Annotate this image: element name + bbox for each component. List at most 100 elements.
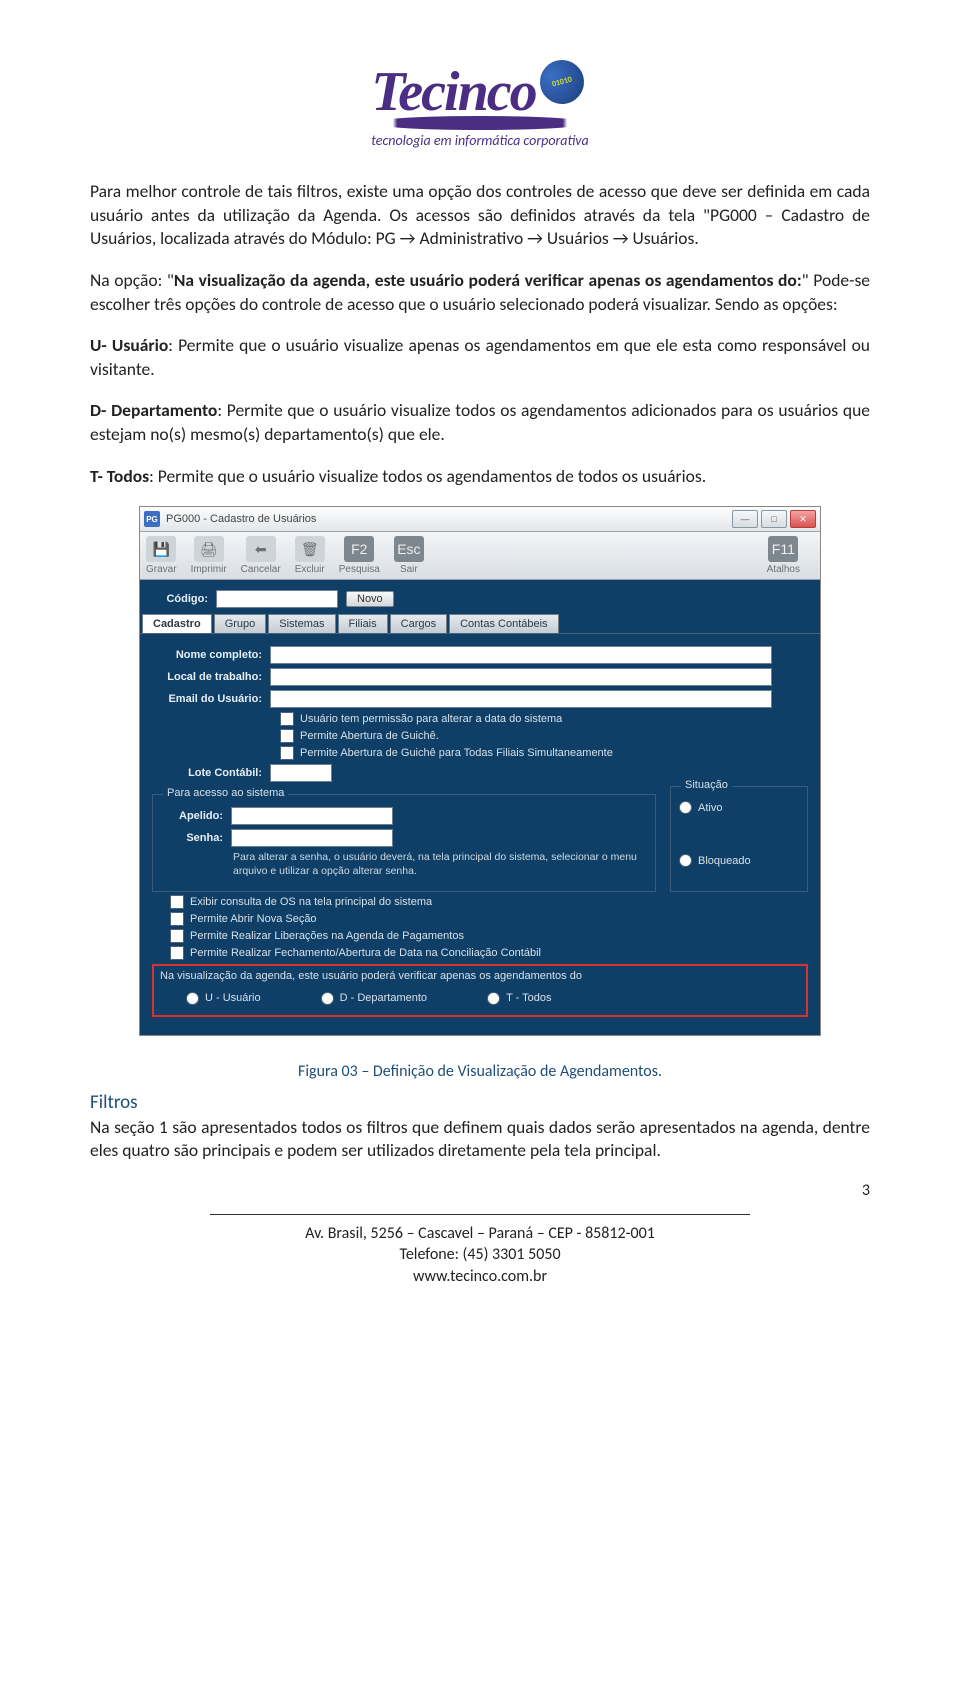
- radio-label: D - Departamento: [340, 992, 427, 1004]
- radio-u-usuario[interactable]: U - Usuário: [186, 992, 261, 1005]
- radio-ativo[interactable]: Ativo: [679, 801, 799, 814]
- search-button[interactable]: F2 Pesquisa: [339, 536, 380, 575]
- chk-label: Usuário tem permissão para alterar a dat…: [300, 713, 562, 725]
- chk-os-consulta[interactable]: Exibir consulta de OS na tela principal …: [170, 895, 808, 909]
- local-input[interactable]: [270, 668, 772, 686]
- chk-label: Permite Abertura de Guichê para Todas Fi…: [300, 747, 613, 759]
- tab-filiais[interactable]: Filiais: [338, 614, 388, 633]
- window-titlebar: PG PG000 - Cadastro de Usuários — □ ✕: [140, 507, 820, 532]
- lote-label: Lote Contábil:: [152, 767, 270, 779]
- footer-address: Av. Brasil, 5256 – Cascavel – Paraná – C…: [90, 1223, 870, 1245]
- acesso-fieldset: Para acesso ao sistema Apelido: Senha: P…: [152, 794, 656, 891]
- text-fragment: Na opção: ": [90, 269, 174, 291]
- agenda-visualization-group: Na visualização da agenda, este usuário …: [152, 964, 808, 1017]
- checkbox-icon: [280, 746, 294, 760]
- form-area: Código: Novo Cadastro Grupo Sistemas Fil…: [140, 580, 820, 1034]
- filtros-paragraph: Na seção 1 são apresentados todos os fil…: [90, 1116, 870, 1163]
- chk-label: Permite Abertura de Guichê.: [300, 730, 439, 742]
- situacao-fieldset: Situação Ativo Bloqueado: [670, 786, 808, 891]
- maximize-button[interactable]: □: [761, 510, 787, 528]
- shortcuts-button[interactable]: F11 Atalhos: [767, 536, 800, 575]
- checkbox-icon: [280, 729, 294, 743]
- app-window: PG PG000 - Cadastro de Usuários — □ ✕ 💾 …: [139, 506, 821, 1035]
- nome-input[interactable]: [270, 646, 772, 664]
- opt-t-body: : Permite que o usuário visualize todos …: [149, 465, 706, 487]
- exit-label: Sair: [400, 564, 418, 575]
- option-name-bold: Na visualização da agenda, este usuário …: [174, 269, 802, 291]
- paragraph-option: Na opção: "Na visualização da agenda, es…: [90, 269, 870, 316]
- chk-label: Exibir consulta de OS na tela principal …: [190, 896, 432, 908]
- company-logo: Tecinco 01010 tecnologia em informática …: [90, 60, 870, 150]
- delete-button[interactable]: 🗑 Excluir: [295, 536, 325, 575]
- tab-grupo[interactable]: Grupo: [214, 614, 267, 633]
- print-label: Imprimir: [191, 564, 227, 575]
- tab-sistemas[interactable]: Sistemas: [268, 614, 335, 633]
- paragraph-d: D- Departamento: Permite que o usuário v…: [90, 399, 870, 446]
- save-icon: 💾: [146, 536, 176, 562]
- esc-key-icon: Esc: [394, 536, 424, 562]
- tab-contas[interactable]: Contas Contábeis: [449, 614, 558, 633]
- apelido-label: Apelido:: [163, 810, 231, 822]
- codigo-input[interactable]: [216, 590, 338, 608]
- figure-caption: Figura 03 – Definição de Visualização de…: [90, 1062, 870, 1081]
- chk-nova-secao[interactable]: Permite Abrir Nova Seção: [170, 912, 808, 926]
- chk-fechamento[interactable]: Permite Realizar Fechamento/Abertura de …: [170, 946, 808, 960]
- checkbox-icon: [170, 912, 184, 926]
- radio-t-todos[interactable]: T - Todos: [487, 992, 551, 1005]
- shortcuts-label: Atalhos: [767, 564, 800, 575]
- footer-separator: [210, 1214, 750, 1215]
- tab-content: Nome completo: Local de trabalho: Email …: [140, 633, 820, 1022]
- radio-icon: [186, 992, 199, 1005]
- f11-key-icon: F11: [768, 536, 798, 562]
- delete-label: Excluir: [295, 564, 325, 575]
- chk-guiche[interactable]: Permite Abertura de Guichê.: [280, 729, 808, 743]
- lote-input[interactable]: [270, 764, 332, 782]
- tab-cargos[interactable]: Cargos: [390, 614, 447, 633]
- app-icon: PG: [144, 511, 160, 527]
- cancel-button[interactable]: ⬅ Cancelar: [241, 536, 281, 575]
- tab-cadastro[interactable]: Cadastro: [142, 614, 212, 633]
- print-icon: 🖨: [194, 536, 224, 562]
- globe-icon: 01010: [535, 55, 589, 109]
- paragraph-t: T- Todos: Permite que o usuário visualiz…: [90, 465, 870, 489]
- chk-label: Permite Realizar Liberações na Agenda de…: [190, 930, 464, 942]
- checkbox-icon: [280, 712, 294, 726]
- radio-icon: [679, 854, 692, 867]
- codigo-label: Código:: [148, 593, 216, 605]
- chk-liberacoes[interactable]: Permite Realizar Liberações na Agenda de…: [170, 929, 808, 943]
- nome-label: Nome completo:: [152, 649, 270, 661]
- radio-icon: [321, 992, 334, 1005]
- highlight-legend: Na visualização da agenda, este usuário …: [160, 970, 800, 982]
- situacao-legend: Situação: [681, 779, 732, 791]
- back-arrow-icon: ⬅: [246, 536, 276, 562]
- senha-input[interactable]: [231, 829, 393, 847]
- exit-button[interactable]: Esc Sair: [394, 536, 424, 575]
- trash-icon: 🗑: [295, 536, 325, 562]
- filtros-heading: Filtros: [90, 1091, 870, 1114]
- radio-label: Bloqueado: [698, 855, 751, 867]
- minimize-button[interactable]: —: [732, 510, 758, 528]
- tab-bar: Cadastro Grupo Sistemas Filiais Cargos C…: [140, 614, 820, 633]
- radio-d-departamento[interactable]: D - Departamento: [321, 992, 427, 1005]
- email-label: Email do Usuário:: [152, 693, 270, 705]
- radio-bloqueado[interactable]: Bloqueado: [679, 854, 799, 867]
- paragraph-u: U- Usuário: Permite que o usuário visual…: [90, 334, 870, 381]
- chk-perm-data[interactable]: Usuário tem permissão para alterar a dat…: [280, 712, 808, 726]
- email-input[interactable]: [270, 690, 772, 708]
- senha-label: Senha:: [163, 832, 231, 844]
- paragraph-intro: Para melhor controle de tais filtros, ex…: [90, 180, 870, 251]
- close-button[interactable]: ✕: [790, 510, 816, 528]
- footer-phone: Telefone: (45) 3301 5050: [90, 1244, 870, 1266]
- apelido-input[interactable]: [231, 807, 393, 825]
- toolbar-spacer: [438, 536, 767, 575]
- opt-t-head: T- Todos: [90, 465, 149, 487]
- radio-label: Ativo: [698, 802, 722, 814]
- chk-guiche-filiais[interactable]: Permite Abertura de Guichê para Todas Fi…: [280, 746, 808, 760]
- acesso-legend: Para acesso ao sistema: [163, 787, 288, 799]
- checkbox-icon: [170, 895, 184, 909]
- opt-u-body: : Permite que o usuário visualize apenas…: [90, 334, 870, 380]
- print-button[interactable]: 🖨 Imprimir: [191, 536, 227, 575]
- logo-tagline: tecnologia em informática corporativa: [371, 132, 589, 149]
- save-button[interactable]: 💾 Gravar: [146, 536, 177, 575]
- novo-button[interactable]: Novo: [346, 591, 394, 607]
